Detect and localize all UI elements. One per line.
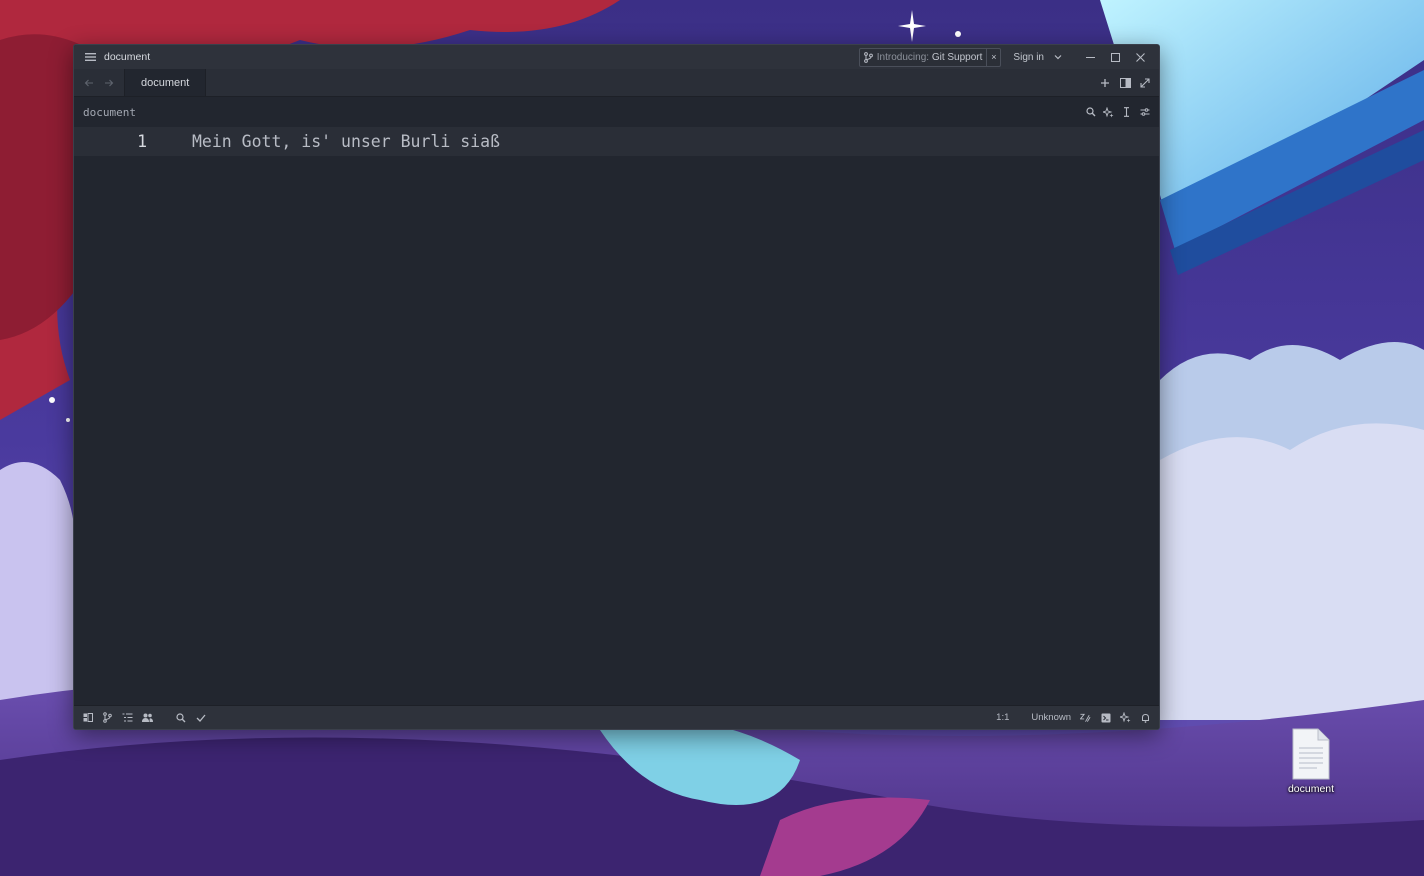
tab-label: document [141,76,190,89]
banner-feature: Git Support [931,51,983,63]
title-bar: document Introducing: Git Support × Sign… [74,45,1159,69]
git-branch-icon [863,51,873,63]
banner-label: Introducing: Git Support [877,52,983,63]
tab-spacer [206,69,1099,96]
back-arrow-icon[interactable] [84,79,94,87]
line-number: 1 [137,132,147,151]
close-icon[interactable] [1128,46,1153,68]
breadcrumb: document [74,97,1159,127]
project-panel-icon[interactable] [82,712,93,723]
text-file-icon [1291,728,1331,780]
desktop-file-document[interactable]: document [1280,728,1342,795]
sliders-settings-icon[interactable] [1139,107,1150,118]
editor-area[interactable]: 1 Mein Gott, is' unser Burli siaß [74,127,1159,705]
editor-line[interactable]: 1 Mein Gott, is' unser Burli siaß [74,127,1159,156]
plus-icon[interactable] [1099,77,1111,89]
navigation-buttons [74,69,124,96]
sign-in-label[interactable]: Sign in [1013,52,1044,63]
window-controls [1078,46,1153,68]
split-pane-icon[interactable] [1119,77,1131,89]
outline-panel-icon[interactable] [122,712,133,723]
maximize-icon[interactable] [1103,46,1128,68]
text-cursor-icon[interactable] [1121,107,1132,118]
tab-bar: document [74,69,1159,97]
chevron-down-icon[interactable] [1054,54,1062,60]
hamburger-menu-icon[interactable] [84,51,96,63]
forward-arrow-icon[interactable] [104,79,114,87]
search-icon[interactable] [175,712,186,723]
collaborators-icon[interactable] [142,712,153,723]
git-support-banner[interactable]: Introducing: Git Support × [858,47,1002,67]
tab-actions [1099,69,1159,96]
minimize-icon[interactable] [1078,46,1103,68]
status-bar: 1:1 Unknown [74,705,1159,729]
expand-icon[interactable] [1139,77,1151,89]
sparkle-assistant-icon[interactable] [1103,106,1114,118]
editor-window: document Introducing: Git Support × Sign… [73,44,1160,730]
window-title: document [104,51,151,63]
language-selector[interactable]: Unknown [1031,712,1071,723]
check-diagnostics-icon[interactable] [195,712,206,723]
tab-document[interactable]: document [124,69,207,96]
banner-close-button[interactable]: × [986,48,1000,66]
git-panel-icon[interactable] [102,712,113,723]
desktop-file-label[interactable]: document [1288,783,1334,795]
assistant-sparkle-icon[interactable] [1120,712,1131,723]
edit-predictions-icon[interactable] [1080,712,1091,723]
search-icon[interactable] [1085,107,1096,118]
editor-actions [1085,106,1150,118]
terminal-icon[interactable] [1100,712,1111,723]
bell-notification-icon[interactable] [1140,712,1151,723]
cursor-position[interactable]: 1:1 [996,712,1009,723]
breadcrumb-label[interactable]: document [83,106,136,119]
line-text[interactable]: Mein Gott, is' unser Burli siaß [147,132,500,151]
banner-prefix: Introducing: [876,51,930,63]
sign-in-menu[interactable]: Sign in [1013,52,1062,63]
